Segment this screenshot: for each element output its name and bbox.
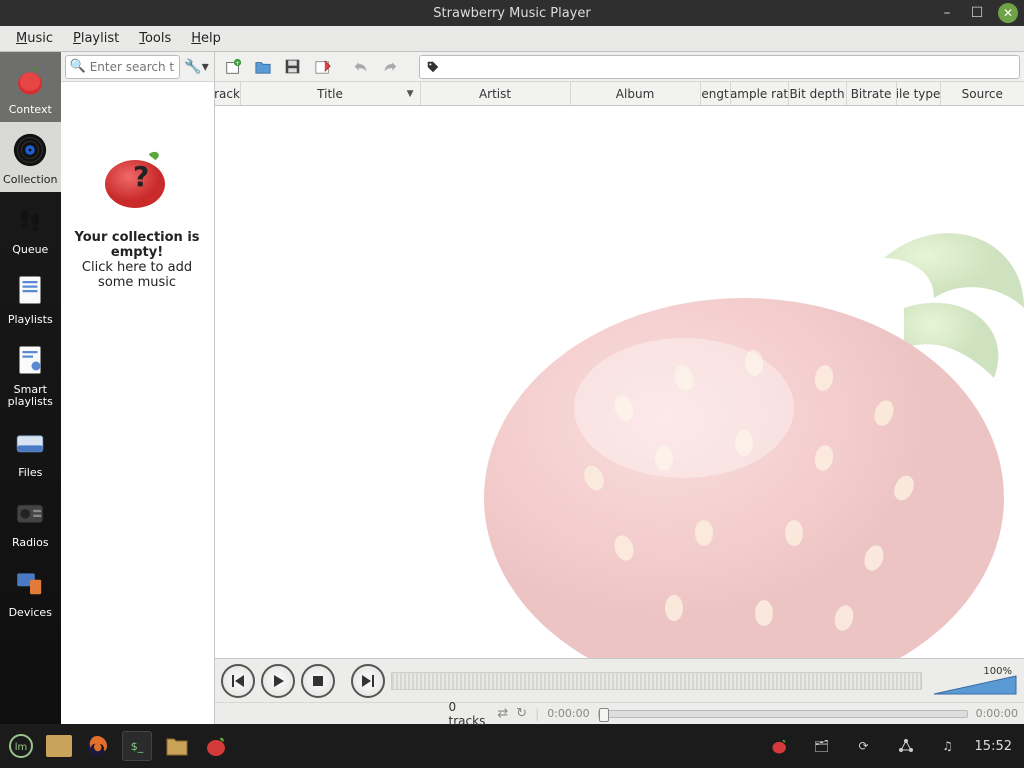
nav-context[interactable]: Context	[0, 52, 61, 122]
drive-icon	[10, 423, 50, 463]
window-titlebar: Strawberry Music Player – ☐ ✕	[0, 0, 1024, 26]
col-filetype[interactable]: ile type	[897, 82, 941, 105]
svg-text:lm: lm	[15, 742, 28, 753]
main-content: + rack Title▼	[215, 52, 1024, 724]
nav-devices-label: Devices	[9, 607, 52, 619]
status-bar: 0 tracks ⇄ ↻ | 0:00:00 0:00:00	[215, 702, 1024, 724]
nav-queue-label: Queue	[12, 244, 48, 256]
menu-tools[interactable]: Tools	[129, 28, 181, 49]
clear-playlist-button[interactable]	[309, 54, 337, 80]
menu-music[interactable]: Music	[6, 28, 63, 49]
col-title[interactable]: Title▼	[241, 82, 421, 105]
nav-files[interactable]: Files	[0, 415, 61, 485]
search-icon: 🔍	[70, 59, 86, 74]
nav-radios[interactable]: Radios	[0, 485, 61, 555]
menu-playlist[interactable]: Playlist	[63, 28, 129, 49]
collection-panel: 🔍 🔧▾ ? Your collection is empty! Click h…	[61, 52, 215, 724]
col-track[interactable]: rack	[215, 82, 241, 105]
tray-network-icon[interactable]	[891, 731, 921, 761]
redo-button[interactable]	[377, 54, 405, 80]
track-count: 0 tracks	[443, 700, 492, 728]
devices-icon	[10, 563, 50, 603]
collection-toolbar: 🔍 🔧▾	[61, 52, 214, 82]
empty-subtext: Click here to add some music	[61, 260, 214, 290]
terminal-icon[interactable]: $_	[122, 731, 152, 761]
empty-heading: Your collection is empty!	[61, 230, 214, 260]
breadcrumb[interactable]	[419, 55, 1020, 79]
col-artist[interactable]: Artist	[421, 82, 571, 105]
nav-devices[interactable]: Devices	[0, 555, 61, 625]
nav-rail: Context Collection Queue	[0, 52, 61, 724]
search-field-wrap[interactable]: 🔍	[65, 55, 180, 79]
tray-sound-icon[interactable]: ♫	[933, 731, 963, 761]
play-button[interactable]	[261, 664, 295, 698]
seek-track[interactable]	[391, 672, 922, 690]
sort-indicator-icon: ▼	[407, 89, 414, 99]
undo-button[interactable]	[347, 54, 375, 80]
nav-playlists[interactable]: Playlists	[0, 262, 61, 332]
col-samplerate[interactable]: ample rat	[731, 82, 789, 105]
col-bitdepth[interactable]: Bit depth	[789, 82, 847, 105]
nav-collection[interactable]: Collection	[0, 122, 61, 192]
window-title: Strawberry Music Player	[433, 6, 590, 21]
vinyl-icon	[10, 130, 50, 170]
nav-files-label: Files	[18, 467, 42, 479]
search-input[interactable]	[90, 60, 175, 74]
svg-text:+: +	[234, 60, 239, 67]
collection-empty-prompt[interactable]: ? Your collection is empty! Click here t…	[61, 82, 214, 724]
nav-playlists-label: Playlists	[8, 314, 53, 326]
repeat-icon[interactable]: ↻	[516, 706, 527, 721]
strawberry-question-icon: ?	[97, 142, 177, 212]
next-button[interactable]	[351, 664, 385, 698]
time-total: 0:00:00	[976, 707, 1018, 720]
playlist-toolbar: +	[215, 52, 1024, 82]
smart-playlist-icon	[10, 340, 50, 380]
nav-collection-label: Collection	[3, 174, 57, 186]
strawberry-watermark	[464, 178, 1024, 658]
settings-dropdown[interactable]: 🔧▾	[184, 55, 210, 79]
tray-update-icon[interactable]: ⟳	[849, 731, 879, 761]
volume-control[interactable]: 100%	[928, 664, 1018, 698]
col-source[interactable]: Source	[941, 82, 1024, 105]
nav-queue[interactable]: Queue	[0, 192, 61, 262]
open-playlist-button[interactable]	[249, 54, 277, 80]
close-button[interactable]: ✕	[998, 3, 1018, 23]
files-icon[interactable]	[162, 731, 192, 761]
nav-context-label: Context	[9, 104, 52, 116]
os-taskbar: lm $_ 🗂 ⟳ ♫ 15:52	[0, 724, 1024, 768]
col-bitrate[interactable]: Bitrate	[847, 82, 897, 105]
menu-help[interactable]: Help	[181, 28, 231, 49]
footsteps-icon	[10, 200, 50, 240]
time-elapsed: 0:00:00	[547, 707, 589, 720]
col-length[interactable]: engt	[701, 82, 731, 105]
tray-battery-icon[interactable]: 🗂	[807, 731, 837, 761]
nav-smart-playlists[interactable]: Smart playlists	[0, 332, 61, 414]
minimize-button[interactable]: –	[938, 4, 956, 22]
radio-icon	[10, 493, 50, 533]
nav-smart-label: Smart playlists	[2, 384, 59, 408]
new-playlist-button[interactable]: +	[219, 54, 247, 80]
maximize-button[interactable]: ☐	[968, 4, 986, 22]
stop-button[interactable]	[301, 664, 335, 698]
col-album[interactable]: Album	[571, 82, 701, 105]
save-playlist-button[interactable]	[279, 54, 307, 80]
tray-strawberry-icon[interactable]	[765, 731, 795, 761]
shuffle-icon[interactable]: ⇄	[497, 706, 508, 721]
mint-menu-icon[interactable]: lm	[6, 731, 36, 761]
playlist-body[interactable]	[215, 106, 1024, 658]
nav-radios-label: Radios	[12, 537, 49, 549]
prev-button[interactable]	[221, 664, 255, 698]
transport-bar: 100%	[215, 658, 1024, 702]
taskbar-clock[interactable]: 15:52	[975, 739, 1012, 754]
position-slider[interactable]	[598, 710, 968, 718]
menubar: Music Playlist Tools Help	[0, 26, 1024, 52]
strawberry-taskbar-icon[interactable]	[202, 731, 232, 761]
playlist-file-icon	[10, 270, 50, 310]
playlist-columns-header: rack Title▼ Artist Album engt ample rat …	[215, 82, 1024, 106]
show-desktop-icon[interactable]	[46, 735, 72, 757]
strawberry-icon	[10, 60, 50, 100]
firefox-icon[interactable]	[82, 731, 112, 761]
tag-icon	[426, 60, 440, 74]
